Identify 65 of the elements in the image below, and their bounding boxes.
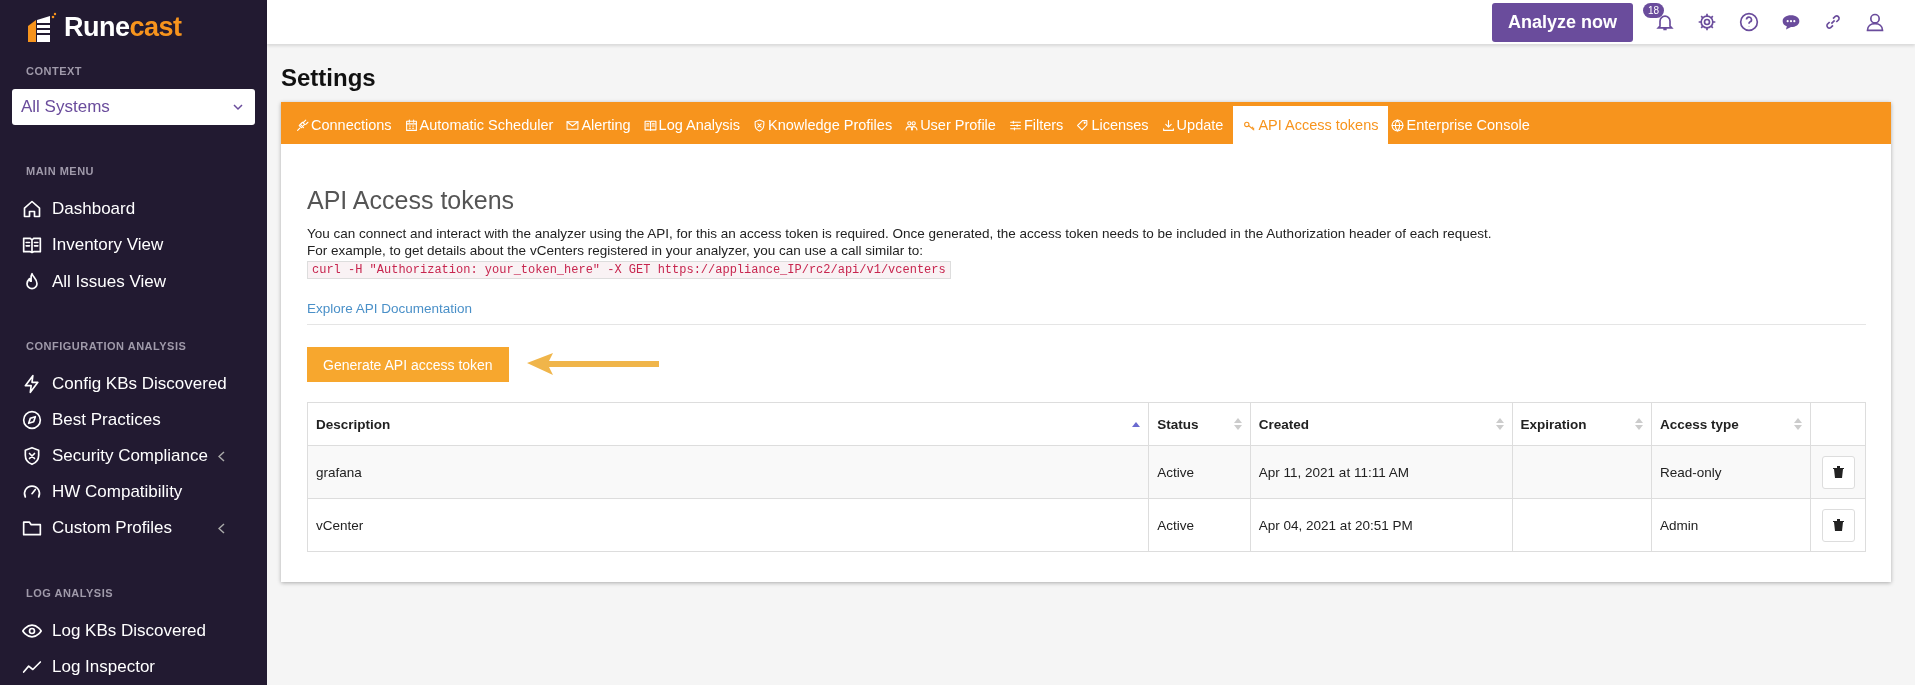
documentation-link[interactable]: Explore API Documentation — [307, 301, 473, 316]
sidebar-item[interactable]: Inventory View — [12, 227, 255, 264]
table-cell: Apr 11, 2021 at 11:11 AM — [1258, 464, 1409, 480]
section-heading: CONTEXT — [25, 65, 83, 78]
page-title: Settings — [281, 64, 377, 92]
logo-text: Runecast — [64, 12, 182, 43]
tag-icon — [1076, 118, 1090, 132]
sidebar-item[interactable]: All Issues View — [12, 263, 255, 300]
sidebar-item[interactable]: Best Practices — [12, 401, 255, 439]
section-heading: CONFIGURATION ANALYSIS — [25, 339, 187, 352]
bell-icon[interactable] — [1655, 12, 1675, 32]
code-snippet: curl -H "Authorization: your_token_here" -X GET https://appliance_IP/rc2/api/v1/vcenters — [307, 261, 951, 279]
trash-icon — [1832, 466, 1844, 478]
home-icon — [22, 199, 42, 220]
sidebar-item[interactable]: Custom Profiles — [12, 510, 255, 547]
sliders-icon — [1008, 118, 1022, 132]
shield-icon — [22, 446, 42, 467]
book-icon — [643, 118, 657, 132]
chevron-down-icon — [233, 103, 243, 112]
delete-button[interactable] — [1821, 508, 1855, 542]
column-header[interactable]: Status — [1148, 402, 1251, 446]
book-icon — [22, 235, 42, 256]
delete-button[interactable] — [1821, 455, 1855, 489]
mail-icon — [566, 118, 580, 132]
column-header[interactable]: Expiration — [1512, 402, 1652, 446]
globe-icon — [1391, 118, 1405, 132]
sidebar-item[interactable]: Log Inspector — [12, 648, 255, 685]
context-select[interactable]: All Systems — [12, 89, 255, 126]
column-header[interactable]: Access type — [1651, 402, 1811, 446]
compass-icon — [22, 409, 42, 430]
settings-icon[interactable] — [1697, 12, 1717, 32]
section-heading: LOG ANALYSIS — [25, 586, 114, 599]
sidebar-item[interactable]: Dashboard — [12, 191, 255, 228]
table-cell: vCenter — [316, 517, 364, 533]
users-icon — [905, 118, 919, 132]
column-header[interactable]: Description — [307, 402, 1149, 446]
example-text: For example, to get details about the vCenters registered in your analyzer, you can use a call similar to: — [307, 242, 925, 259]
table-cell: Admin — [1659, 517, 1699, 533]
description-text: You can connect and interact with the analyzer using the API, for this an access token is required. Once generated, the access token needs to be included in the Authorization header of each request. — [307, 225, 1493, 242]
calendar-icon — [404, 118, 418, 132]
trash-icon — [1832, 519, 1844, 531]
table-cell: Apr 04, 2021 at 20:51 PM — [1258, 517, 1413, 533]
folder-icon — [22, 518, 42, 539]
table-cell: Active — [1157, 464, 1195, 480]
sidebar-item[interactable]: HW Compatibility — [12, 474, 255, 511]
link-icon[interactable] — [1823, 12, 1843, 32]
bolt-icon — [22, 373, 42, 394]
plug-icon — [296, 118, 309, 132]
chat-icon[interactable] — [1781, 12, 1801, 32]
section-title: API Access tokens — [307, 186, 516, 215]
analyze-button[interactable]: Analyze now — [1491, 2, 1633, 42]
help-icon[interactable] — [1739, 12, 1759, 32]
section-heading: MAIN MENU — [25, 165, 95, 178]
notification-badge: 18 — [1643, 3, 1665, 18]
column-header[interactable]: Created — [1250, 402, 1513, 446]
logo-icon — [26, 11, 58, 44]
table-cell: Read-only — [1659, 464, 1722, 480]
table-cell: Active — [1157, 517, 1195, 533]
table-cell: grafana — [316, 464, 362, 480]
sidebar-item[interactable]: Config KBs Discovered — [12, 365, 255, 402]
sidebar-item[interactable]: Security Compliance — [12, 438, 255, 475]
user-icon[interactable] — [1865, 12, 1885, 32]
shield-icon — [753, 118, 766, 132]
download-icon — [1161, 118, 1175, 132]
sidebar-item[interactable]: Log KBs Discovered — [12, 612, 255, 649]
